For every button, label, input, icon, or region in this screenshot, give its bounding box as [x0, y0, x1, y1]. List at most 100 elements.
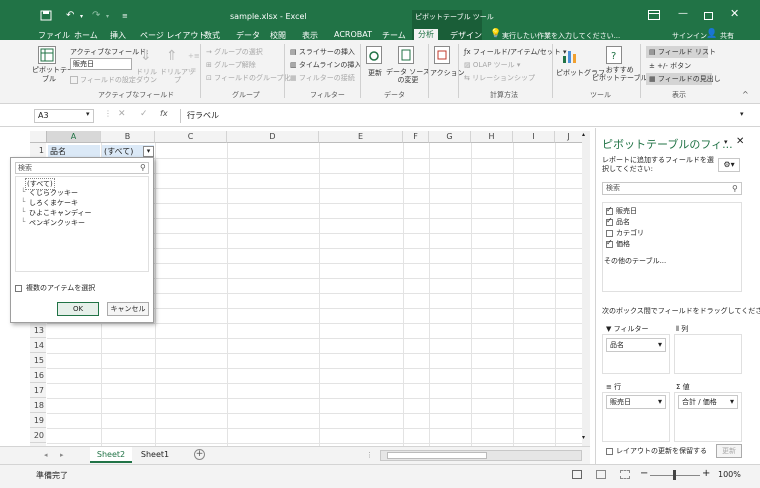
filter-search-input[interactable]: 検索: [15, 162, 149, 174]
change-source-icon[interactable]: [398, 46, 414, 64]
field-list-toggle[interactable]: ▤ フィールド リスト: [646, 46, 716, 58]
more-tables-link[interactable]: その他のテーブル...: [604, 256, 666, 266]
insert-timeline-button[interactable]: ▥ タイムラインの挿入: [290, 60, 361, 70]
column-header-e[interactable]: E: [319, 131, 403, 143]
row-header[interactable]: 18: [30, 398, 46, 413]
field-checkbox-sales-date[interactable]: [606, 205, 613, 215]
save-icon[interactable]: [40, 10, 52, 21]
recommended-pivot-icon[interactable]: ?: [606, 46, 622, 64]
row-field-sales-date[interactable]: 販売日: [606, 395, 666, 409]
zoom-level[interactable]: 100%: [718, 470, 741, 479]
collapse-ribbon-icon[interactable]: ^: [742, 90, 749, 99]
ribbon-display-options-icon[interactable]: [648, 10, 660, 20]
ribbon-separator: [552, 44, 553, 98]
pivot-chart-icon[interactable]: [562, 46, 580, 64]
field-search-input[interactable]: 検索: [602, 182, 742, 195]
page-break-view-icon[interactable]: [620, 470, 630, 479]
filter-item[interactable]: しろくまケーキ: [29, 198, 78, 208]
column-header-g[interactable]: G: [429, 131, 471, 143]
refresh-button[interactable]: 更新: [368, 68, 382, 78]
column-header-f[interactable]: F: [403, 131, 429, 143]
scroll-up-icon[interactable]: ▴: [582, 131, 585, 138]
column-header-i[interactable]: I: [513, 131, 555, 143]
page-layout-view-icon[interactable]: [596, 470, 606, 479]
ungroup-button: ⊞ グループ解除: [206, 61, 256, 69]
horizontal-scrollbar[interactable]: [380, 450, 582, 461]
actions-icon[interactable]: [434, 46, 450, 64]
customize-qat-icon[interactable]: ≡: [122, 12, 128, 20]
column-header-j[interactable]: J: [555, 131, 583, 143]
expand-formula-icon[interactable]: ▾: [740, 110, 744, 118]
filter-field-item-name[interactable]: 品名: [606, 338, 666, 352]
filter-item[interactable]: ペンギンクッキー: [29, 218, 85, 228]
row-header[interactable]: 16: [30, 368, 46, 383]
title-bar: ↶ ▾ ↷ ▾ ≡ sample.xlsx - Excel ピボットテーブル ツ…: [0, 0, 760, 42]
cancel-button[interactable]: キャンセル: [107, 302, 149, 316]
columns-area[interactable]: [674, 334, 742, 374]
filter-connection-icon: ▦: [290, 74, 297, 82]
undo-icon[interactable]: ↶: [66, 10, 74, 21]
group-selection-button: → グループの選択: [206, 48, 263, 56]
insert-function-icon[interactable]: fx: [160, 109, 168, 118]
name-box-dropdown-icon[interactable]: ▾: [86, 110, 90, 118]
pane-options-dropdown-icon[interactable]: ▾: [724, 138, 728, 146]
column-header-b[interactable]: B: [101, 131, 155, 143]
field-checkbox-item-name[interactable]: [606, 216, 613, 226]
zoom-slider-thumb[interactable]: [673, 470, 676, 480]
update-button[interactable]: 更新: [716, 444, 742, 458]
scroll-thumb[interactable]: [387, 452, 487, 459]
actions-button[interactable]: アクション: [430, 68, 465, 78]
row-header[interactable]: 13: [30, 323, 46, 338]
row-header[interactable]: 15: [30, 353, 46, 368]
column-header-d[interactable]: D: [227, 131, 319, 143]
maximize-icon[interactable]: [704, 12, 713, 20]
name-box[interactable]: A3: [34, 109, 94, 123]
buttons-toggle[interactable]: ± +/- ボタン: [646, 60, 694, 72]
undo-dropdown-icon[interactable]: ▾: [80, 13, 83, 20]
row-header[interactable]: 20: [30, 428, 46, 443]
column-header-c[interactable]: C: [155, 131, 227, 143]
next-sheet-icon[interactable]: ▸: [60, 451, 64, 459]
field-label-item-name: 品名: [616, 218, 630, 226]
change-source-button[interactable]: データ ソース の変更: [386, 68, 430, 84]
active-field-input[interactable]: 販売日: [70, 58, 132, 70]
sheet-tab-sheet2[interactable]: Sheet2: [90, 447, 132, 463]
sheet-tab-sheet1[interactable]: Sheet1: [136, 447, 174, 463]
select-all-corner[interactable]: [30, 131, 47, 143]
ok-button[interactable]: OK: [57, 302, 99, 316]
value-field-sum-price[interactable]: 合計 / 価格: [678, 395, 738, 409]
zoom-out-icon[interactable]: −: [640, 468, 648, 479]
prev-sheet-icon[interactable]: ◂: [44, 451, 48, 459]
field-checkbox-price[interactable]: [606, 238, 613, 248]
field-headers-toggle[interactable]: ▦ フィールドの見出し: [646, 73, 721, 85]
insert-slicer-button[interactable]: ▤ スライサーの挿入: [290, 47, 355, 57]
row-header[interactable]: 19: [30, 413, 46, 428]
close-icon[interactable]: ✕: [730, 7, 739, 20]
filter-item[interactable]: ひよこキャンディー: [29, 208, 92, 218]
normal-view-icon[interactable]: [572, 470, 582, 479]
pivot-table-options-button[interactable]: ピボットテー ブル: [32, 66, 74, 84]
pivot-table-icon[interactable]: [38, 46, 56, 64]
add-sheet-icon[interactable]: +: [194, 449, 205, 460]
vertical-scrollbar[interactable]: [582, 131, 590, 446]
field-checkbox-category[interactable]: [606, 230, 613, 237]
filter-dropdown-icon[interactable]: ▾: [143, 146, 154, 157]
row-header[interactable]: 17: [30, 383, 46, 398]
column-header-a[interactable]: A: [47, 131, 101, 143]
gear-icon[interactable]: ⚙▾: [718, 158, 740, 172]
plus-minus-icon: ±: [649, 62, 655, 70]
multi-select-checkbox[interactable]: [15, 285, 22, 292]
scroll-down-icon[interactable]: ▾: [582, 434, 585, 441]
defer-update-checkbox[interactable]: [606, 448, 613, 455]
row-header[interactable]: 14: [30, 338, 46, 353]
relationships-button: ⇆ リレーションシップ: [464, 74, 535, 82]
zoom-in-icon[interactable]: +: [702, 468, 710, 479]
group-label-active-field: アクティブなフィールド: [98, 91, 175, 99]
refresh-icon[interactable]: [366, 46, 382, 64]
minimize-icon[interactable]: —: [678, 8, 688, 19]
pane-close-icon[interactable]: ✕: [736, 136, 744, 147]
filter-item[interactable]: くじらクッキー: [29, 188, 78, 198]
row-header[interactable]: 1: [30, 143, 46, 158]
column-header-h[interactable]: H: [471, 131, 513, 143]
formula-input[interactable]: 行ラベル: [180, 109, 744, 123]
